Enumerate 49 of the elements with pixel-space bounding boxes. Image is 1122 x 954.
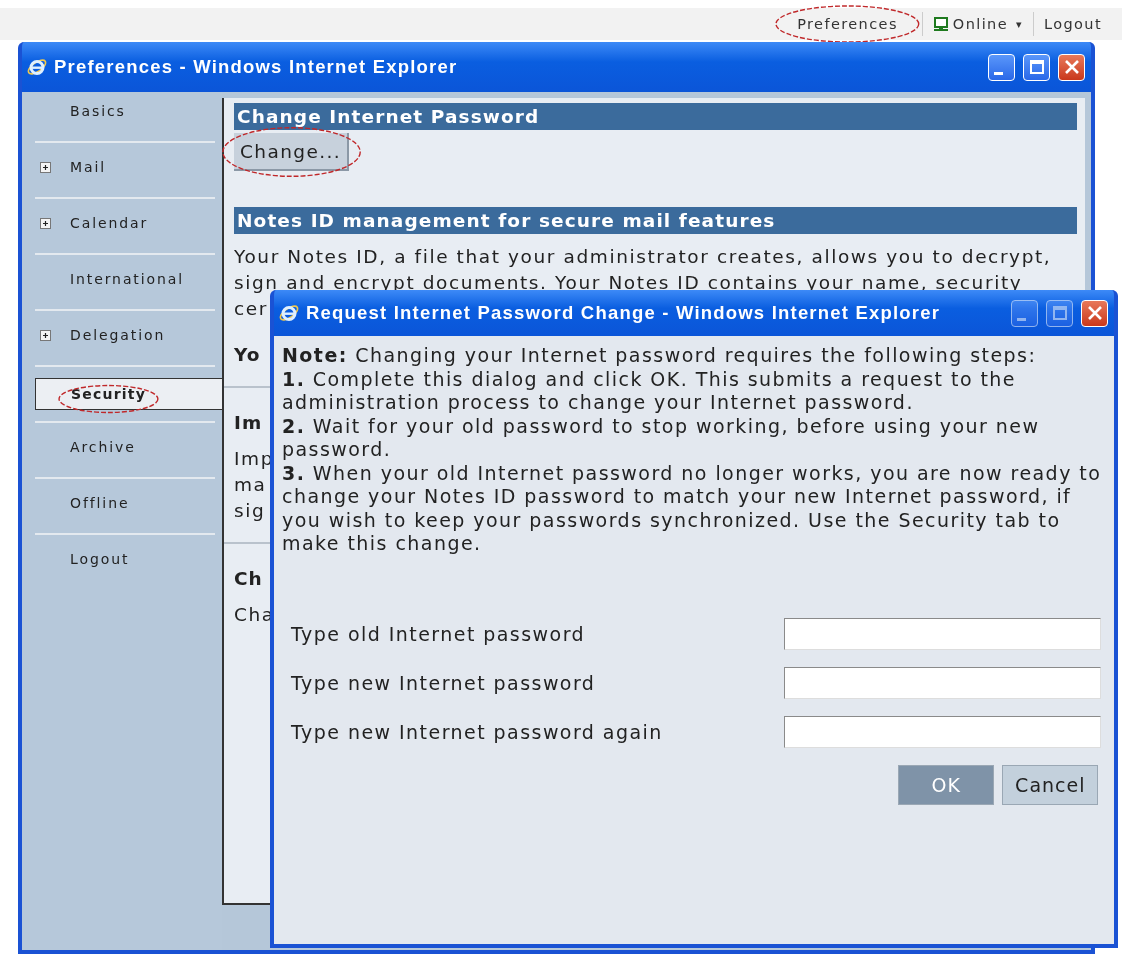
cancel-button[interactable]: Cancel bbox=[1002, 764, 1099, 805]
instruction-text: 1. Complete this dialog and click OK. This submits a request to the administration process to change your Internet password. bbox=[282, 367, 1017, 415]
sidebar-item[interactable]: Logout bbox=[35, 535, 215, 589]
section-title: Ch bbox=[234, 567, 263, 591]
section-header: Notes ID management for secure mail features bbox=[234, 207, 1077, 234]
minimize-button[interactable] bbox=[988, 53, 1015, 81]
sidebar-item[interactable]: Delegation bbox=[35, 311, 215, 365]
window-title: Preferences - Windows Internet Explorer bbox=[54, 56, 459, 78]
expand-icon bbox=[40, 330, 51, 341]
text: Imp bbox=[234, 447, 275, 471]
close-button[interactable] bbox=[1058, 53, 1085, 81]
password-field[interactable] bbox=[784, 715, 1102, 748]
sidebar-item[interactable]: Basics bbox=[35, 87, 215, 141]
change-button[interactable]: Change... bbox=[234, 133, 350, 171]
sidebar-item[interactable]: Archive bbox=[35, 423, 215, 477]
text: ma bbox=[234, 473, 267, 497]
expand-icon bbox=[40, 218, 51, 229]
status-menu[interactable]: Online ▾ bbox=[922, 12, 1033, 36]
close-button[interactable] bbox=[1081, 299, 1108, 327]
browser-icon bbox=[26, 56, 48, 78]
browser-icon bbox=[278, 302, 300, 324]
section-header: Change Internet Password bbox=[234, 103, 1077, 130]
password-field[interactable] bbox=[784, 617, 1102, 650]
maximize-button[interactable] bbox=[1023, 53, 1050, 81]
link[interactable]: Logout bbox=[1033, 12, 1112, 36]
section-title: Im bbox=[234, 411, 263, 435]
sidebar-item[interactable]: International bbox=[35, 255, 215, 309]
close-icon bbox=[1064, 60, 1079, 74]
text: cer bbox=[234, 297, 268, 321]
field-label: Type new Internet password bbox=[290, 671, 597, 694]
window-title: Request Internet Password Change - Windows Internet Explorer bbox=[306, 302, 942, 324]
text: sig bbox=[234, 499, 266, 523]
field-label: Type new Internet password again bbox=[290, 720, 664, 743]
sidebar-item[interactable]: Offline bbox=[35, 479, 215, 533]
instruction-text: Note: Changing your Internet password requires the following steps: bbox=[282, 344, 1038, 368]
field-label: Type old Internet password bbox=[290, 622, 587, 645]
minimize-icon bbox=[1017, 317, 1026, 321]
sidebar-item[interactable]: Mail bbox=[35, 143, 215, 197]
instruction-text: 3. When your old Internet password no longer works, you are now ready to change your Notes ID password to match your new Internet password, if you wish to keep your passwords synchronized. Use the Security tab to make this change. bbox=[282, 461, 1102, 556]
password-field[interactable] bbox=[784, 666, 1102, 699]
instruction-text: 2. Wait for your old password to stop working, before using your new password. bbox=[282, 414, 1041, 462]
close-icon bbox=[1087, 306, 1102, 320]
computer-icon bbox=[932, 16, 949, 32]
minimize-icon bbox=[994, 71, 1003, 75]
maximize-icon bbox=[1029, 60, 1044, 74]
expand-icon bbox=[40, 162, 51, 173]
sidebar-item[interactable]: Calendar bbox=[35, 199, 215, 253]
section-title: Yo bbox=[234, 343, 261, 367]
maximize-icon bbox=[1052, 306, 1067, 320]
